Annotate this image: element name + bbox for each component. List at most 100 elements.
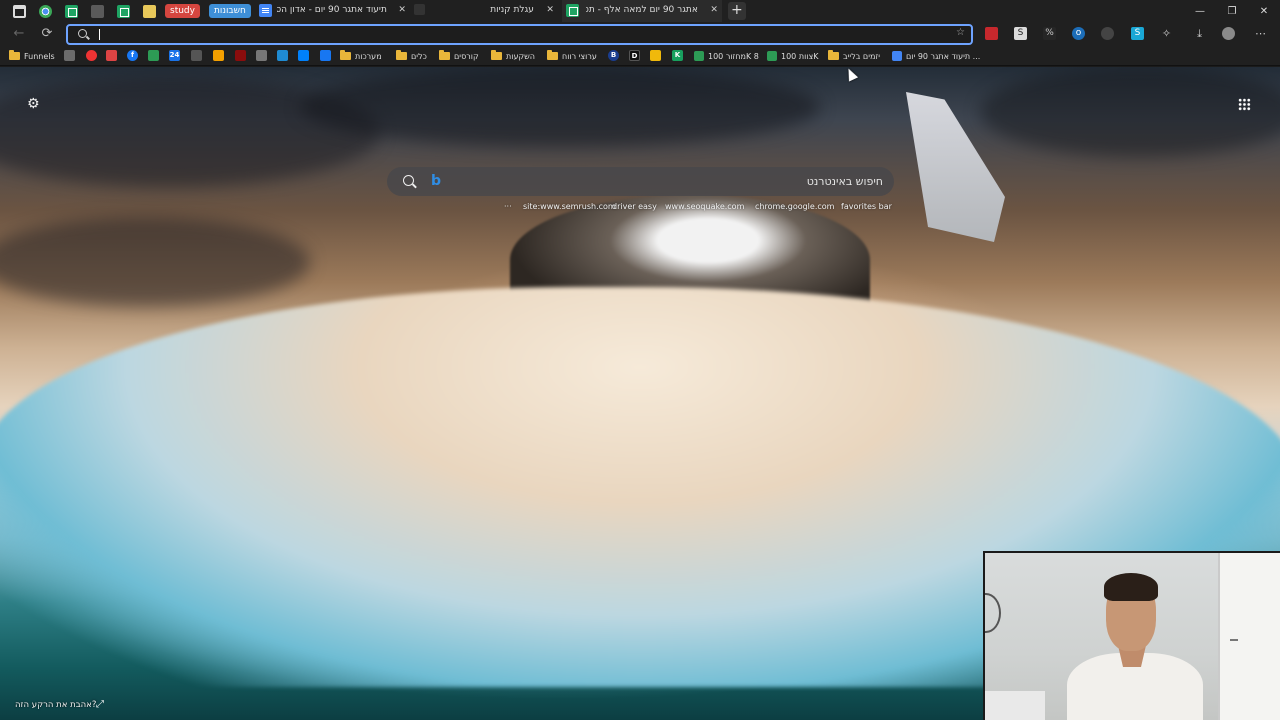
folder-icon bbox=[547, 50, 558, 60]
meta-icon[interactable] bbox=[298, 50, 309, 61]
gmail-icon[interactable] bbox=[106, 50, 117, 61]
bookmark-folder-investments[interactable]: השקעות bbox=[491, 49, 535, 63]
extension-o-icon[interactable]: o bbox=[1072, 27, 1085, 40]
bookmark-folder-systems[interactable]: מערכות bbox=[340, 49, 382, 63]
bookmark-label: קורסים bbox=[454, 51, 479, 61]
background-cloud bbox=[980, 67, 1280, 157]
bookmark-a-icon[interactable] bbox=[277, 50, 288, 61]
folder-icon bbox=[340, 50, 351, 60]
analytics-icon[interactable] bbox=[213, 50, 224, 61]
bookmark-gray-icon[interactable] bbox=[256, 50, 267, 61]
webcam-overlay bbox=[983, 551, 1280, 720]
quick-link[interactable]: site:www.semrush.com bbox=[523, 202, 616, 211]
drive-icon bbox=[767, 51, 777, 61]
quick-link[interactable]: driver easy bbox=[612, 202, 657, 211]
presenter-hair bbox=[1104, 573, 1158, 601]
bookmark-folder-tools[interactable]: כלים bbox=[396, 49, 427, 63]
extension-gray-icon[interactable] bbox=[1101, 27, 1114, 40]
back-icon[interactable]: ← bbox=[11, 26, 27, 42]
extension-percent-icon[interactable]: % bbox=[1043, 27, 1056, 40]
extension-s-icon[interactable]: S bbox=[1014, 27, 1027, 40]
background-cloud bbox=[300, 67, 820, 147]
extension-s-blue-icon[interactable]: S bbox=[1131, 27, 1144, 40]
bookmark-folder-courses[interactable]: קורסים bbox=[439, 49, 479, 63]
bing-logo-icon[interactable]: b bbox=[431, 173, 441, 189]
browser-window: study חשבונות תיעוד אתגר 90 יום - אדון ה… bbox=[0, 0, 1280, 720]
close-window-icon[interactable]: ✕ bbox=[1248, 6, 1280, 17]
pinned-tab-doc-icon[interactable] bbox=[143, 4, 156, 18]
quick-link[interactable]: chrome.google.com bbox=[755, 202, 834, 211]
quick-link[interactable]: favorites bar bbox=[841, 202, 892, 211]
bookmark-team-100k[interactable]: צוות 100K bbox=[767, 49, 818, 63]
background-cloud bbox=[0, 217, 310, 307]
tab-title: תיעוד אתגר 90 יום - אדון הסליקי bbox=[276, 5, 387, 15]
pinned-tab-sheets-icon[interactable] bbox=[65, 4, 78, 18]
facebook-icon[interactable]: f bbox=[127, 50, 138, 61]
minimize-icon[interactable]: — bbox=[1184, 6, 1216, 17]
drive-icon[interactable] bbox=[148, 50, 159, 61]
youtube-icon[interactable] bbox=[86, 50, 97, 61]
bookmark-label: ערוצי רווח bbox=[562, 51, 597, 61]
pinned-tab-icon[interactable] bbox=[91, 4, 104, 18]
web-search-box[interactable]: b bbox=[387, 167, 894, 196]
toolbar: ← ⟳ ☆ S % o S ✧ ⤓ ⋯ bbox=[0, 22, 1280, 46]
bookmark-cycle-8[interactable]: מחזור 100K 8 bbox=[694, 49, 759, 63]
quick-link[interactable]: www.seoquake.com bbox=[665, 202, 744, 211]
extension-red-icon[interactable] bbox=[985, 27, 998, 40]
window-controls: — ❐ ✕ bbox=[1184, 0, 1280, 22]
bookmark-k-icon[interactable]: K bbox=[672, 50, 683, 61]
web-search-input[interactable] bbox=[451, 173, 883, 190]
profile-avatar[interactable] bbox=[1222, 27, 1235, 40]
pinned-tab-sheets-icon[interactable] bbox=[117, 4, 130, 18]
search-icon bbox=[78, 29, 87, 38]
page-settings-icon[interactable]: ⚙ bbox=[27, 97, 41, 111]
google-docs-icon bbox=[892, 51, 902, 61]
address-bar[interactable]: ☆ bbox=[66, 24, 973, 45]
menu-icon[interactable]: ⋯ bbox=[1254, 27, 1267, 40]
bookmark-page-icon[interactable] bbox=[64, 50, 75, 61]
new-tab-button[interactable]: + bbox=[727, 2, 746, 20]
bookmark-label: מערכות bbox=[355, 51, 382, 61]
bookmark-d-icon[interactable]: D bbox=[629, 50, 640, 61]
webcam-background-shelf bbox=[985, 691, 1045, 720]
restore-icon[interactable]: ❐ bbox=[1216, 6, 1248, 17]
bookmark-car-icon[interactable] bbox=[191, 50, 202, 61]
search-icon[interactable] bbox=[403, 175, 414, 186]
tab-close-icon[interactable]: ✕ bbox=[546, 5, 554, 15]
binance-icon[interactable] bbox=[650, 50, 661, 61]
background-credit-link[interactable]: אהבת את הרקע הזה? bbox=[15, 700, 96, 710]
bookmark-challenge-log[interactable]: תיעוד אתגר 90 יום ... bbox=[892, 49, 980, 63]
tab-challenge-plan[interactable]: אתגר 90 יום למאה אלף - תכנית ✕ bbox=[561, 0, 722, 22]
apps-grid-icon[interactable] bbox=[1238, 98, 1251, 111]
bookmark-b-icon[interactable]: B bbox=[608, 50, 619, 61]
bookmark-folder-funnels[interactable]: Funnels bbox=[9, 49, 55, 63]
tab-shopping-cart[interactable]: עגלת קניות ✕ bbox=[412, 0, 562, 22]
reload-icon[interactable]: ⟳ bbox=[39, 26, 55, 42]
folder-icon bbox=[828, 50, 839, 60]
tab-challenge-log[interactable]: תיעוד אתגר 90 יום - אדון הסליקי ✕ bbox=[257, 0, 412, 22]
quick-links-more-icon[interactable]: ··· bbox=[504, 202, 512, 211]
bookmark-label: השקעות bbox=[506, 51, 536, 61]
pinned-tab-chrome-icon[interactable] bbox=[39, 4, 52, 18]
expand-icon[interactable]: ⤢ bbox=[96, 699, 104, 710]
bookmark-red-icon[interactable] bbox=[235, 50, 246, 61]
tab-actions-icon[interactable] bbox=[13, 4, 26, 18]
quick-links: ··· site:www.semrush.com driver easy www… bbox=[500, 202, 892, 216]
tab-group-accounts[interactable]: חשבונות bbox=[208, 4, 251, 18]
extensions-puzzle-icon[interactable]: ✧ bbox=[1160, 27, 1173, 40]
download-icon[interactable]: ⤓ bbox=[1193, 27, 1206, 40]
bookmark-folder-profit-channels[interactable]: ערוצי רווח bbox=[547, 49, 597, 63]
bookmark-24-icon[interactable]: 24 bbox=[169, 50, 180, 61]
tab-group-study[interactable]: study bbox=[165, 4, 200, 18]
bookmark-label: צוות 100K bbox=[781, 51, 819, 61]
tab-close-icon[interactable]: ✕ bbox=[710, 5, 718, 15]
text-caret bbox=[99, 29, 100, 40]
bookmark-folder-live-entrepreneurs[interactable]: יזמים בלייב bbox=[828, 49, 880, 63]
bookmark-blue-icon[interactable] bbox=[320, 50, 331, 61]
google-sheets-icon bbox=[565, 4, 579, 17]
webcam-background-ring bbox=[985, 593, 1001, 633]
tab-title: עגלת קניות bbox=[490, 5, 534, 15]
address-input[interactable] bbox=[98, 27, 948, 42]
favorite-star-icon[interactable]: ☆ bbox=[956, 27, 965, 38]
tab-close-icon[interactable]: ✕ bbox=[398, 5, 406, 15]
